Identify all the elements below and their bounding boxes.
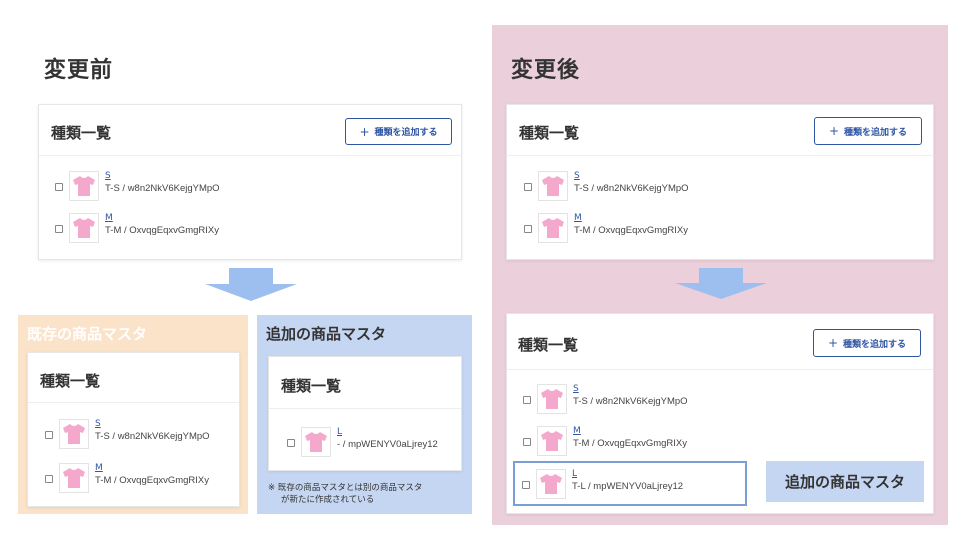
select-checkbox[interactable] — [524, 183, 532, 191]
variant-detail: T-M / OxvqgEqxvGmgRIXy — [105, 225, 220, 236]
variant-detail: T-M / OxvqgEqxvGmgRIXy — [574, 225, 689, 236]
plus-icon: + — [828, 124, 840, 138]
add-variant-button-label: 種類を追加する — [843, 339, 907, 350]
tshirt-icon — [537, 426, 567, 456]
variant-name-link[interactable]: M — [95, 463, 103, 473]
variant-item-l: L T-L / mpWENYV0aLjrey12 — [522, 469, 742, 501]
select-checkbox[interactable] — [45, 431, 53, 439]
card-title: 種類一覧 — [281, 377, 342, 395]
select-checkbox[interactable] — [45, 475, 53, 483]
before-title: 変更前 — [44, 58, 114, 83]
select-checkbox[interactable] — [523, 396, 531, 404]
variant-item-s: S T-S / w8n2NkV6KejgYMpO — [524, 171, 784, 203]
variant-detail: T-S / w8n2NkV6KejgYMpO — [105, 183, 220, 194]
variant-item-s: S T-S / w8n2NkV6KejgYMpO — [45, 419, 235, 451]
select-checkbox[interactable] — [523, 438, 531, 446]
variant-detail: T-S / w8n2NkV6KejgYMpO — [574, 183, 689, 194]
variant-name-link[interactable]: L — [337, 427, 342, 437]
down-arrow-icon — [675, 268, 767, 299]
variant-name-link[interactable]: S — [574, 171, 580, 181]
variant-item-m: M T-M / OxvqgEqxvGmgRIXy — [55, 213, 315, 245]
variant-item-l: L - / mpWENYV0aLjrey12 — [287, 427, 459, 459]
variant-name-link[interactable]: M — [574, 213, 582, 223]
plus-icon: + — [827, 336, 839, 350]
variant-name-link[interactable]: S — [573, 384, 579, 394]
variant-name-link[interactable]: L — [572, 469, 577, 479]
tshirt-icon — [69, 213, 99, 243]
variant-detail: T-M / OxvqgEqxvGmgRIXy — [95, 475, 210, 486]
plus-icon: + — [359, 124, 370, 139]
select-checkbox[interactable] — [55, 225, 63, 233]
variant-detail: T-S / w8n2NkV6KejgYMpO — [95, 431, 210, 442]
add-variant-button[interactable]: + 種類を追加する — [345, 118, 452, 145]
added-master-label: 追加の商品マスタ — [266, 325, 387, 343]
down-arrow-icon — [205, 268, 297, 301]
tshirt-icon — [59, 419, 89, 449]
variant-name-link[interactable]: M — [105, 213, 113, 223]
add-variant-button-label: 種類を追加する — [374, 128, 438, 138]
variant-name-link[interactable]: S — [95, 419, 101, 429]
after-variant-card-before: 種類一覧 + 種類を追加する S T-S / w8n2NkV6KejgYMpO … — [506, 104, 934, 260]
select-checkbox[interactable] — [55, 183, 63, 191]
tshirt-icon — [538, 171, 568, 201]
tshirt-icon — [536, 469, 566, 499]
select-checkbox[interactable] — [287, 439, 295, 447]
before-variant-card: 種類一覧 + 種類を追加する S T-S / w8n2NkV6KejgYMpO … — [38, 104, 462, 260]
added-master-note-line1: ※ 既存の商品マスタとは別の商品マスタ — [268, 483, 423, 493]
card-title: 種類一覧 — [40, 372, 101, 390]
added-master-note-line2: が新たに作成されている — [281, 495, 375, 505]
card-title: 種類一覧 — [51, 124, 112, 142]
add-variant-button-label: 種類を追加する — [844, 127, 908, 138]
add-variant-button[interactable]: + 種類を追加する — [814, 117, 922, 145]
existing-master-variant-card: 種類一覧 S T-S / w8n2NkV6KejgYMpO M T-M / Ox… — [27, 352, 240, 507]
variant-item-m: M T-M / OxvqgEqxvGmgRIXy — [524, 213, 784, 245]
variant-item-m: M T-M / OxvqgEqxvGmgRIXy — [45, 463, 235, 495]
variant-detail: T-M / OxvqgEqxvGmgRIXy — [573, 438, 688, 449]
variant-detail: T-L / mpWENYV0aLjrey12 — [572, 481, 684, 492]
variant-name-link[interactable]: S — [105, 171, 111, 181]
tshirt-icon — [69, 171, 99, 201]
variant-item-s: S T-S / w8n2NkV6KejgYMpO — [523, 384, 783, 416]
added-master-callout: 追加の商品マスタ — [766, 461, 924, 502]
card-title: 種類一覧 — [518, 336, 579, 354]
card-title: 種類一覧 — [519, 124, 580, 142]
variant-detail: T-S / w8n2NkV6KejgYMpO — [573, 396, 688, 407]
select-checkbox[interactable] — [522, 481, 530, 489]
variant-name-link[interactable]: M — [573, 426, 581, 436]
added-master-variant-card: 種類一覧 L - / mpWENYV0aLjrey12 — [268, 356, 462, 471]
variant-detail: - / mpWENYV0aLjrey12 — [337, 439, 438, 450]
tshirt-icon — [59, 463, 89, 493]
select-checkbox[interactable] — [524, 225, 532, 233]
after-title: 変更後 — [511, 58, 581, 83]
variant-item-s: S T-S / w8n2NkV6KejgYMpO — [55, 171, 315, 203]
variant-item-m: M T-M / OxvqgEqxvGmgRIXy — [523, 426, 783, 458]
tshirt-icon — [538, 213, 568, 243]
added-master-callout-label: 追加の商品マスタ — [784, 473, 905, 491]
existing-master-label: 既存の商品マスタ — [27, 325, 148, 343]
tshirt-icon — [537, 384, 567, 414]
tshirt-icon — [301, 427, 331, 457]
add-variant-button[interactable]: + 種類を追加する — [813, 329, 921, 357]
